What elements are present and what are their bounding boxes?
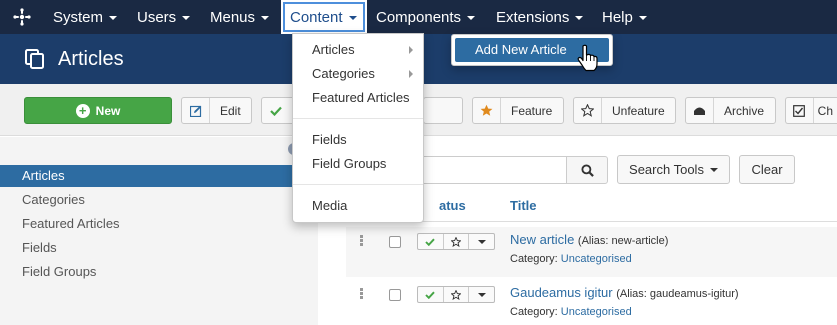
status-button-group	[417, 233, 495, 250]
drag-handle-icon[interactable]	[360, 288, 364, 300]
table-row: Gaudeamus igitur (Alias: gaudeamus-igitu…	[346, 280, 837, 325]
joomla-logo-icon[interactable]	[0, 0, 44, 34]
article-title-link[interactable]: New article	[510, 232, 574, 247]
sidebar-item-field-groups[interactable]: Field Groups	[0, 261, 318, 283]
nav-menu-extensions[interactable]: Extensions	[487, 0, 593, 34]
copy-icon	[25, 49, 44, 69]
check-icon	[262, 98, 290, 123]
status-button-group	[417, 286, 495, 303]
archive-icon	[686, 98, 714, 123]
row-checkbox[interactable]	[389, 289, 401, 301]
table-row: New article (Alias: new-article) Categor…	[346, 227, 837, 277]
article-alias: (Alias: new-article)	[577, 235, 669, 247]
plus-circle-icon: +	[75, 103, 90, 118]
menu-item-fields[interactable]: Fields	[293, 129, 423, 151]
trash-button[interactable]	[423, 97, 463, 124]
sidebar-item-featured-articles[interactable]: Featured Articles	[0, 213, 318, 235]
drag-handle-icon[interactable]	[360, 235, 364, 247]
nav-menu-content[interactable]: Content	[281, 0, 367, 34]
title-column-header[interactable]: Title	[510, 198, 537, 213]
clear-button[interactable]: Clear	[739, 155, 795, 184]
menu-divider	[293, 184, 423, 185]
article-title-link[interactable]: Gaudeamus igitur	[510, 285, 613, 300]
caret-down-icon	[109, 16, 118, 20]
caret-down-icon	[261, 16, 270, 20]
chevron-right-icon	[409, 70, 413, 78]
category-label: Category:	[510, 306, 558, 318]
featured-star-icon[interactable]	[444, 234, 470, 249]
menu-item-categories[interactable]: Categories	[293, 63, 423, 85]
caret-down-icon	[467, 16, 476, 20]
top-navbar: System Users Menus Content Components Ex…	[0, 0, 837, 34]
nav-menu-menus[interactable]: Menus	[201, 0, 281, 34]
featured-star-icon[interactable]	[444, 287, 470, 302]
checkbox-icon	[786, 98, 814, 123]
page-title: Articles	[58, 47, 124, 70]
sidebar-item-fields[interactable]: Fields	[0, 237, 318, 259]
archive-button[interactable]: Archive	[685, 97, 776, 124]
published-check-icon[interactable]	[418, 287, 444, 302]
search-button[interactable]	[566, 156, 608, 184]
new-button[interactable]: + New	[24, 97, 172, 124]
actions-dropdown-icon[interactable]	[469, 234, 494, 249]
caret-down-icon	[348, 16, 357, 20]
category-link[interactable]: Uncategorised	[561, 306, 632, 318]
chevron-right-icon	[409, 46, 413, 54]
category-link[interactable]: Uncategorised	[561, 253, 632, 265]
published-check-icon[interactable]	[418, 234, 444, 249]
star-icon	[473, 98, 501, 123]
category-label: Category:	[510, 253, 558, 265]
row-checkbox[interactable]	[389, 236, 401, 248]
sidebar-item-articles[interactable]: Articles	[0, 165, 318, 187]
content-dropdown-menu: Articles Categories Featured Articles Fi…	[292, 33, 424, 223]
menu-divider	[293, 118, 423, 119]
checkin-button[interactable]: Ch	[785, 97, 837, 124]
search-input[interactable]	[420, 156, 566, 184]
sidebar: Articles Categories Featured Articles Fi…	[0, 137, 318, 325]
nav-menu-users[interactable]: Users	[128, 0, 201, 34]
caret-down-icon	[575, 16, 584, 20]
nav-menu-components[interactable]: Components	[367, 0, 487, 34]
menu-item-featured-articles[interactable]: Featured Articles	[293, 87, 423, 109]
actions-dropdown-icon[interactable]	[469, 287, 494, 302]
edit-icon	[182, 98, 210, 123]
sidebar-item-categories[interactable]: Categories	[0, 189, 318, 211]
unfeature-button[interactable]: Unfeature	[573, 97, 676, 124]
hand-pointer-icon	[577, 44, 598, 72]
star-empty-icon	[574, 98, 602, 123]
menu-item-media[interactable]: Media	[293, 195, 423, 217]
feature-button[interactable]: Feature	[472, 97, 564, 124]
caret-down-icon	[638, 16, 647, 20]
search-icon	[580, 163, 594, 177]
caret-down-icon	[709, 167, 718, 172]
article-alias: (Alias: gaudeamus-igitur)	[616, 288, 739, 300]
search-tools-button[interactable]: Search Tools	[617, 155, 730, 184]
menu-item-articles[interactable]: Articles	[293, 39, 423, 61]
nav-menu-help[interactable]: Help	[593, 0, 658, 34]
menu-item-field-groups[interactable]: Field Groups	[293, 153, 423, 175]
caret-down-icon	[182, 16, 191, 20]
status-column-header[interactable]: atus	[439, 198, 466, 213]
edit-button[interactable]: Edit	[181, 97, 252, 124]
nav-menu-system[interactable]: System	[44, 0, 128, 34]
